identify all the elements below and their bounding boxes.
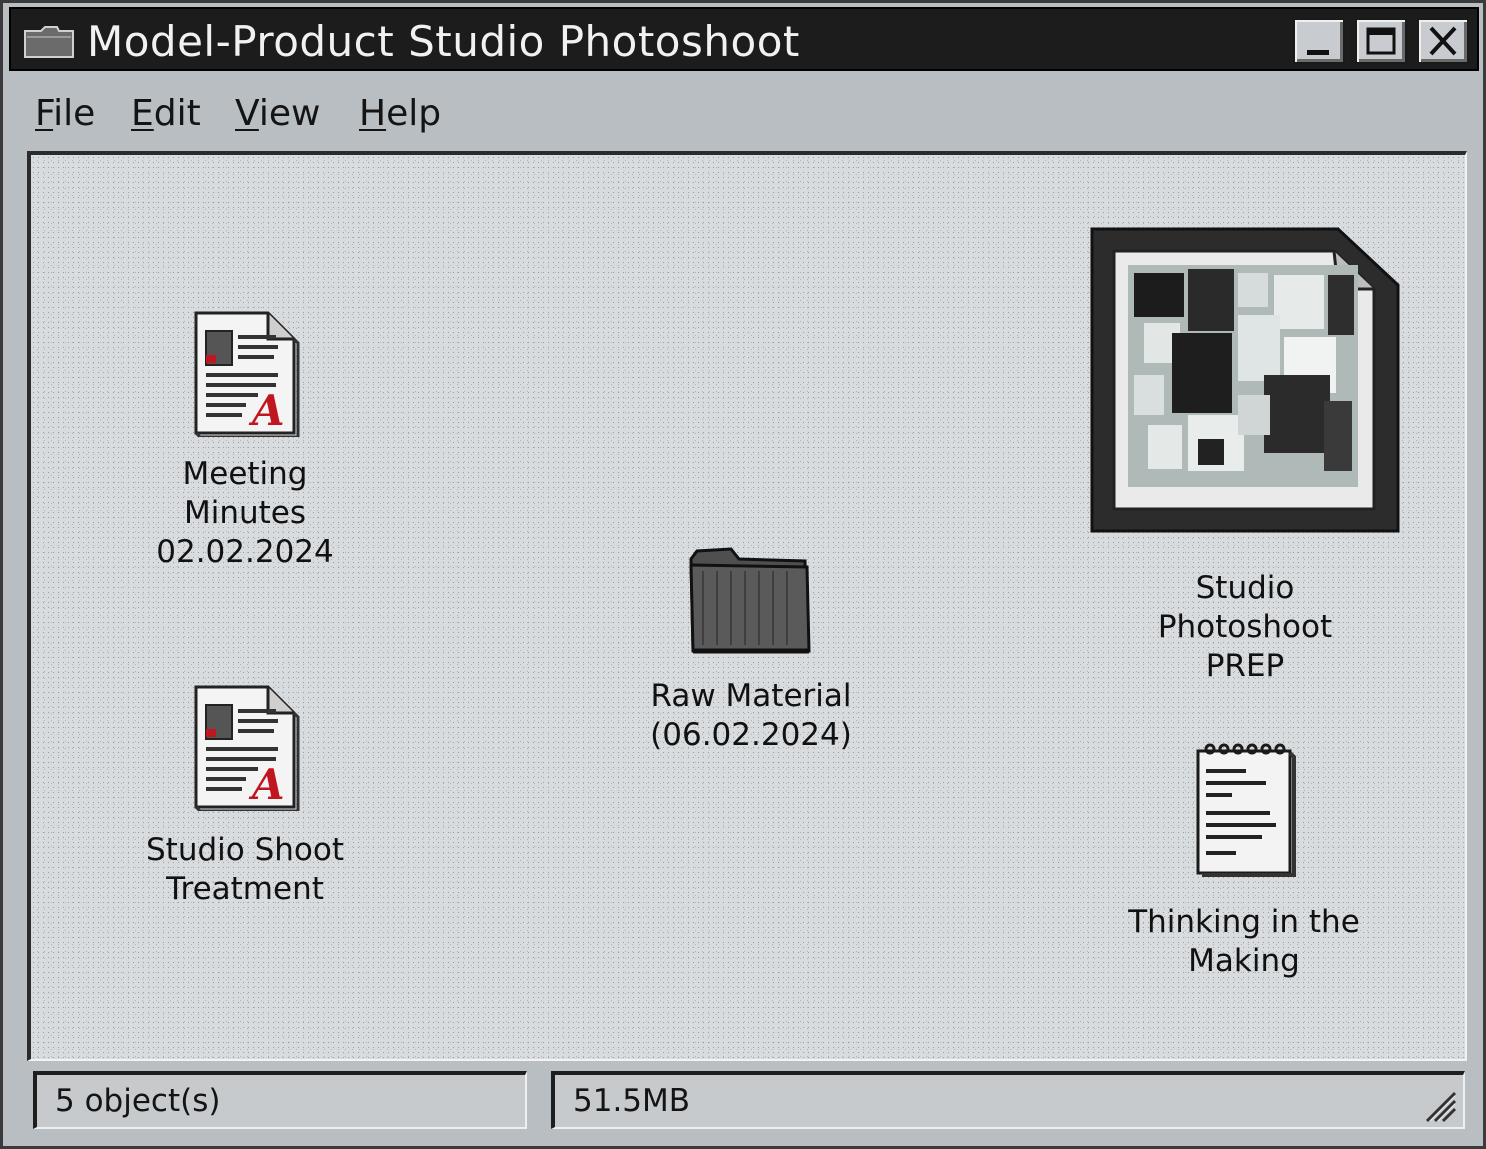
folder-icon (24, 26, 74, 58)
menu-view[interactable]: View (235, 93, 320, 134)
menu-help-accel: H (359, 93, 387, 134)
pdf-document-icon: A (194, 311, 300, 437)
file-label: Studio Photoshoot PREP (1157, 570, 1333, 684)
svg-text:A: A (248, 760, 285, 809)
menu-edit-accel: E (131, 93, 154, 134)
file-label: Meeting Minutes 02.02.2024 (156, 456, 334, 570)
menu-file[interactable]: File (35, 93, 95, 134)
folder-item-raw-material[interactable]: Raw Material (06.02.2024) (635, 545, 867, 755)
menu-file-label: ile (53, 93, 96, 134)
menu-help-label: elp (386, 93, 442, 134)
minimize-button[interactable] (1293, 18, 1345, 64)
total-size: 51.5MB (573, 1083, 691, 1119)
status-objects: 5 object(s) (33, 1071, 527, 1129)
menu-bar: File Edit View Help (9, 75, 1479, 145)
minimize-icon (1307, 50, 1329, 55)
menu-edit-label: dit (153, 93, 201, 134)
explorer-window: Model-Product Studio Photoshoot File Edi… (0, 0, 1486, 1149)
file-item-thinking-in-the-making[interactable]: Thinking in the Making (1127, 741, 1361, 981)
resize-grip-icon[interactable] (1421, 1087, 1457, 1123)
svg-text:A: A (248, 386, 285, 435)
menu-help[interactable]: Help (359, 93, 441, 134)
maximize-button[interactable] (1355, 18, 1407, 64)
maximize-icon (1366, 27, 1396, 55)
file-item-studio-photoshoot-prep[interactable]: Studio Photoshoot PREP (1087, 225, 1403, 686)
notepad-icon (1196, 743, 1296, 877)
menu-view-accel: V (235, 93, 259, 134)
close-button[interactable] (1417, 18, 1469, 64)
menu-edit[interactable]: Edit (131, 93, 201, 134)
file-view[interactable]: A Meeting Minutes 02.02.2024 A Studio Sh… (27, 151, 1467, 1061)
status-size: 51.5MB (551, 1071, 1465, 1129)
file-item-meeting-minutes[interactable]: A Meeting Minutes 02.02.2024 (145, 309, 345, 572)
title-bar[interactable]: Model-Product Studio Photoshoot (9, 7, 1479, 71)
object-count: 5 object(s) (55, 1083, 221, 1119)
file-label: Thinking in the Making (1128, 904, 1360, 979)
file-item-studio-shoot-treatment[interactable]: A Studio Shoot Treatment (135, 683, 355, 909)
pdf-document-icon: A (194, 685, 300, 811)
menu-view-label: iew (258, 93, 321, 134)
window-title: Model-Product Studio Photoshoot (87, 17, 800, 66)
folder-icon (689, 547, 811, 654)
close-icon (1429, 26, 1457, 56)
folder-label: Raw Material (06.02.2024) (650, 678, 852, 753)
menu-file-accel: F (35, 93, 54, 134)
image-collage-file-icon (1090, 227, 1400, 533)
file-label: Studio Shoot Treatment (145, 832, 344, 907)
